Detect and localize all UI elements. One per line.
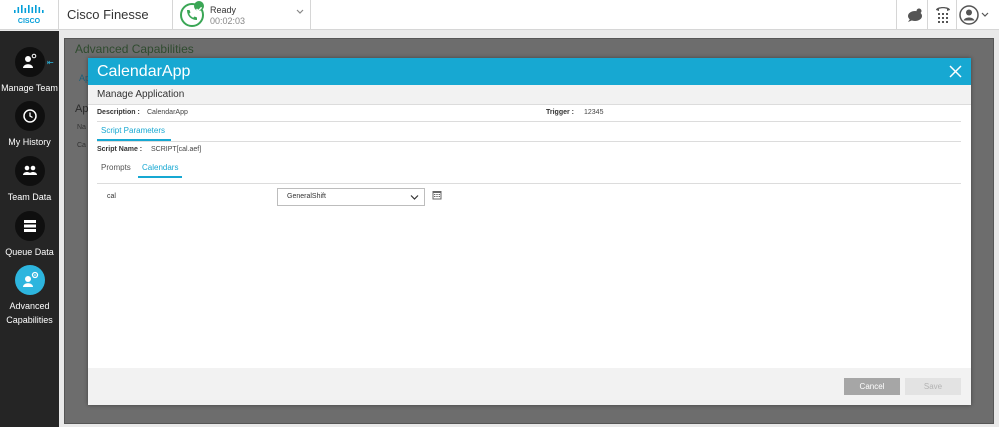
page-title: Advanced Capabilities bbox=[75, 42, 194, 56]
calendar-icon[interactable] bbox=[432, 190, 442, 200]
chat-icon[interactable] bbox=[903, 4, 925, 26]
chevron-down-icon bbox=[410, 195, 419, 200]
dialog-header: CalendarApp bbox=[88, 58, 971, 85]
tab-prompts[interactable]: Prompts bbox=[101, 163, 131, 176]
nav-label: Manage Team bbox=[1, 83, 58, 93]
nav-item-manage-team[interactable]: ⇤ Manage Team bbox=[0, 47, 59, 95]
history-icon bbox=[14, 101, 45, 131]
divider bbox=[97, 121, 961, 122]
divider bbox=[956, 0, 957, 30]
divider bbox=[58, 0, 59, 30]
tab-calendars[interactable]: Calendars bbox=[138, 163, 183, 178]
top-bar: CISCO Cisco Finesse Ready 00:02:03 bbox=[0, 0, 999, 30]
divider bbox=[927, 0, 928, 30]
svg-text:CISCO: CISCO bbox=[18, 18, 41, 25]
description-label: Description : bbox=[97, 109, 140, 116]
team-data-icon bbox=[14, 156, 45, 186]
cancel-button[interactable]: Cancel bbox=[844, 378, 900, 395]
advanced-capabilities-icon bbox=[14, 265, 45, 295]
save-button[interactable]: Save bbox=[905, 378, 961, 395]
subheader-title: Manage Application bbox=[97, 89, 185, 100]
agent-status-dropdown[interactable]: Ready 00:02:03 bbox=[172, 0, 310, 30]
script-name-label: Script Name : bbox=[97, 146, 143, 153]
nav-item-team-data[interactable]: Team Data bbox=[0, 156, 59, 204]
divider bbox=[310, 0, 311, 30]
divider bbox=[97, 141, 961, 142]
app-title: Cisco Finesse bbox=[67, 7, 149, 22]
divider bbox=[97, 183, 961, 184]
nav-item-advanced-capabilities[interactable]: Advanced Capabilities bbox=[0, 265, 59, 327]
cisco-logo: CISCO bbox=[12, 4, 46, 26]
status-label: Ready bbox=[210, 5, 237, 15]
status-timer: 00:02:03 bbox=[210, 16, 246, 26]
dialpad-icon[interactable] bbox=[932, 4, 954, 26]
ready-check-icon bbox=[194, 1, 204, 12]
background-heading: Ap bbox=[75, 103, 89, 115]
calendar-select-value: GeneralShift bbox=[287, 193, 326, 200]
nav-label: My History bbox=[8, 137, 51, 147]
tab-script-parameters[interactable]: Script Parameters bbox=[97, 126, 172, 141]
nav-label: Team Data bbox=[7, 192, 52, 202]
background-column-header: Na bbox=[77, 124, 86, 131]
nav-label-line2: Capabilities bbox=[6, 315, 53, 325]
user-profile-menu[interactable] bbox=[958, 4, 992, 26]
collapse-arrow-icon[interactable]: ⇤ bbox=[47, 58, 54, 67]
description-value: CalendarApp bbox=[147, 109, 188, 116]
left-navigation: ⇤ Manage Team My History Team Data Queue… bbox=[0, 31, 59, 427]
nav-item-my-history[interactable]: My History bbox=[0, 101, 59, 149]
nav-label: Queue Data bbox=[5, 247, 54, 257]
dialog-footer: Cancel Save bbox=[88, 368, 971, 405]
chevron-down-icon bbox=[296, 9, 304, 14]
dialog-subheader: Manage Application bbox=[88, 85, 971, 105]
queue-data-icon bbox=[14, 211, 45, 241]
dialog-title: CalendarApp bbox=[97, 63, 191, 80]
nav-label-line1: Advanced bbox=[9, 301, 50, 311]
close-icon[interactable] bbox=[949, 65, 962, 78]
background-row: Ca bbox=[77, 142, 86, 149]
manage-team-icon bbox=[14, 47, 45, 77]
trigger-label: Trigger : bbox=[546, 109, 575, 116]
divider bbox=[896, 0, 897, 30]
nav-item-queue-data[interactable]: Queue Data bbox=[0, 211, 59, 259]
manage-application-dialog: CalendarApp Manage Application Descripti… bbox=[88, 58, 971, 405]
script-name-value: SCRIPT[cal.aef] bbox=[151, 146, 202, 153]
calendar-parameter-label: cal bbox=[107, 193, 116, 200]
trigger-value: 12345 bbox=[584, 109, 604, 116]
calendar-select[interactable]: GeneralShift bbox=[277, 188, 425, 206]
